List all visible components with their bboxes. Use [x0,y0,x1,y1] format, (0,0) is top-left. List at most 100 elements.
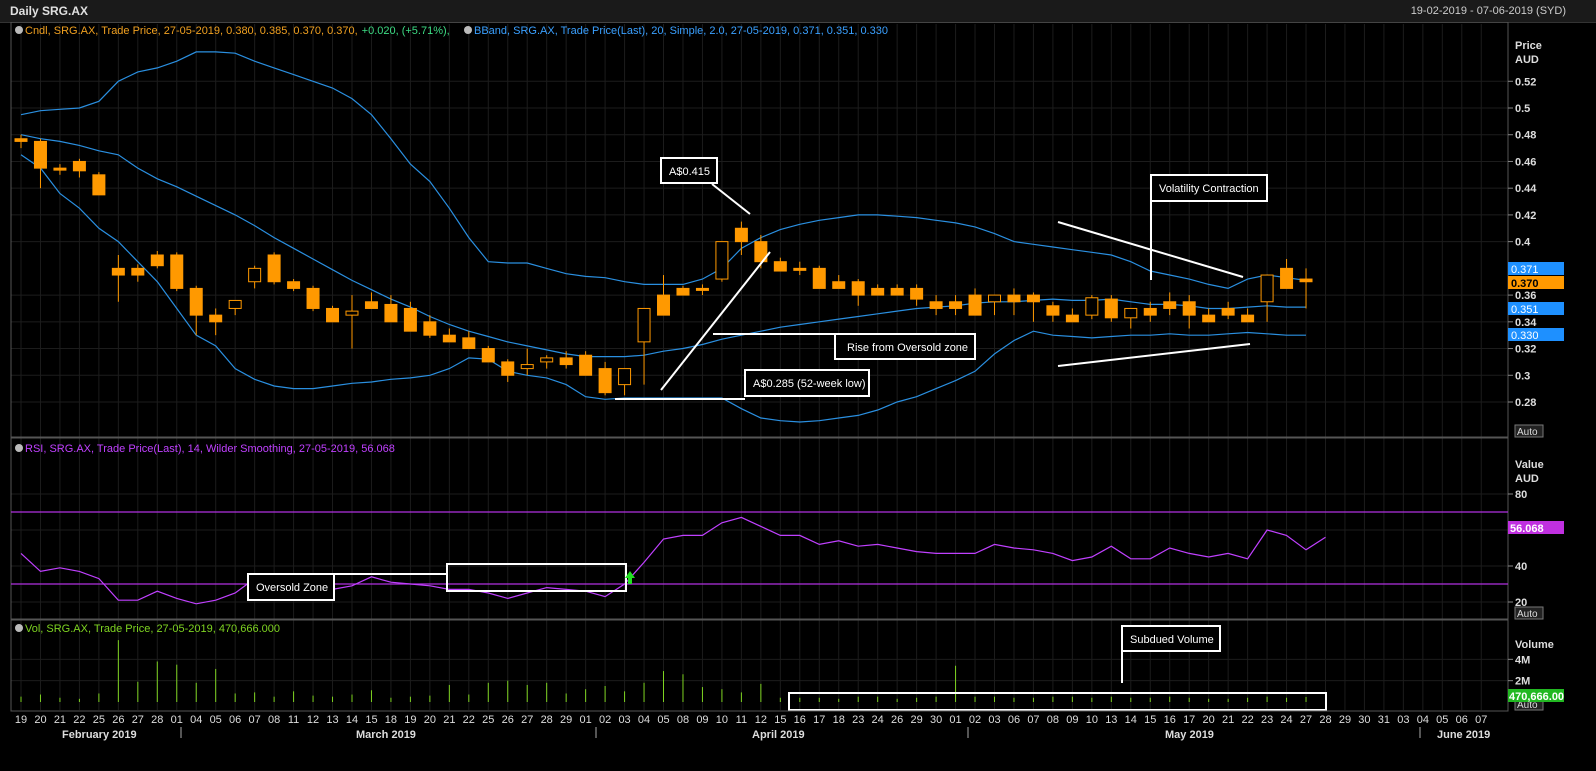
candle-body [520,364,534,370]
candle [209,308,223,336]
candle-body [637,307,651,343]
vol-axis-ticks: 4M 2M [1508,654,1530,688]
tag-bb-lower: 0.330 [1511,330,1539,342]
candle-body [364,301,378,309]
candle [695,284,709,296]
candle-body [131,267,145,276]
candle-body [988,294,1001,303]
x-tick-label: 24 [872,714,884,726]
candle [773,257,787,272]
rsi-legend-icon[interactable] [15,444,23,452]
svg-text:Subdued Volume: Subdued Volume [1130,634,1214,646]
candle-body [481,348,495,363]
candle [910,284,924,306]
candle-body [1026,294,1040,303]
candle [248,265,262,289]
rsi-axis-unit: AUD [1515,473,1539,485]
vol-legend-icon[interactable] [15,624,23,632]
annotation-low: A$0.285 (52-week low) [615,369,870,400]
x-tick-label: 25 [482,714,494,726]
price-axis-unit: AUD [1515,54,1539,66]
candle-body [929,301,943,309]
price-tick-label: 0.32 [1515,344,1536,356]
x-tick-label: 13 [326,714,338,726]
cndl-legend-icon[interactable] [15,26,23,34]
cndl-legend: Cndl, SRG.AX, Trade Price, 27-05-2019, 0… [25,25,358,37]
price-axis-ticks: 0.52 0.5 0.48 0.46 0.44 0.42 0.4 0.36 0.34 0.32 0.… [1508,76,1537,409]
candle [968,288,982,316]
price-auto-button[interactable]: Auto [1517,427,1538,438]
candle-body [890,287,904,296]
candle-body [442,334,456,343]
candle [949,295,963,316]
candle-body [14,138,28,142]
x-tick-label: 21 [1222,714,1234,726]
rsi-auto-button[interactable]: Auto [1517,609,1538,620]
candle [33,138,47,189]
title-bar: Daily SRG.AX 19-02-2019 - 07-06-2019 (SY… [0,0,1596,23]
candle-body [501,361,515,376]
x-tick-label: 02 [599,714,611,726]
candle [1124,307,1138,329]
x-month-label: April 2019 [752,729,805,741]
x-tick-label: 17 [813,714,825,726]
x-tick-label: 04 [1417,714,1429,726]
vol-tag: 470,666.00 [1509,691,1564,703]
candle-body [657,294,671,316]
x-month-label: March 2019 [356,729,416,741]
candle-body [384,303,398,323]
price-tick-label: 0.5 [1515,103,1530,115]
candle [598,361,612,396]
candle-body [1104,298,1118,319]
tag-close: 0.370 [1511,278,1539,290]
x-tick-label: 22 [1241,714,1253,726]
chart-svg[interactable]: Cndl, SRG.AX, Trade Price, 27-05-2019, 0… [0,22,1596,771]
rsi-axis-ticks: 80604020 [1508,489,1527,609]
x-tick-label: 22 [463,714,475,726]
candle-body [248,267,262,283]
x-tick-label: 28 [541,714,553,726]
candle-body [189,287,203,316]
x-tick-label: 19 [15,714,27,726]
x-tick-label: 23 [852,714,864,726]
candle-body [228,299,242,309]
cndl-legend-change: +0.020, (+5.71%), [362,25,450,37]
x-tick-label: 05 [657,714,669,726]
candle-body [306,287,320,309]
candle [1065,308,1079,323]
bband-legend-icon[interactable] [464,26,472,34]
candle-body [287,281,301,289]
x-tick-label: 24 [1280,714,1292,726]
candle [676,285,690,296]
x-tick-label: 06 [229,714,241,726]
candle [53,164,67,175]
x-tick-label: 03 [618,714,630,726]
candle-body [1163,301,1177,309]
x-tick-label: 14 [1125,714,1137,726]
x-tick-label: 05 [210,714,222,726]
price-tick-label: 0.52 [1515,76,1536,88]
vol-legend: Vol, SRG.AX, Trade Price, 27-05-2019, 47… [25,623,280,635]
candle [1260,274,1274,322]
candle-body [111,267,125,276]
x-tick-label: 18 [385,714,397,726]
x-tick-label: 23 [1261,714,1273,726]
svg-text:A$0.415: A$0.415 [669,166,710,178]
candle-body [1221,307,1235,316]
x-axis-months: February 2019 March 2019 April 2019 May 201… [62,727,1490,741]
price-tick-label: 0.28 [1515,397,1536,409]
x-tick-label: 28 [151,714,163,726]
x-tick-label: 03 [1397,714,1409,726]
x-tick-label: 09 [1066,714,1078,726]
annotation-peak: A$0.415 [660,157,751,215]
tag-bb-upper: 0.371 [1511,264,1539,276]
candle-body [53,167,67,171]
x-tick-label: 15 [365,714,377,726]
candle-body [33,140,47,169]
x-tick-label: 09 [696,714,708,726]
candle [637,307,651,385]
candle-body [403,307,417,332]
candle-body [1085,297,1099,316]
price-tick-label: 0.4 [1515,237,1531,249]
x-month-label: May 2019 [1165,729,1214,741]
